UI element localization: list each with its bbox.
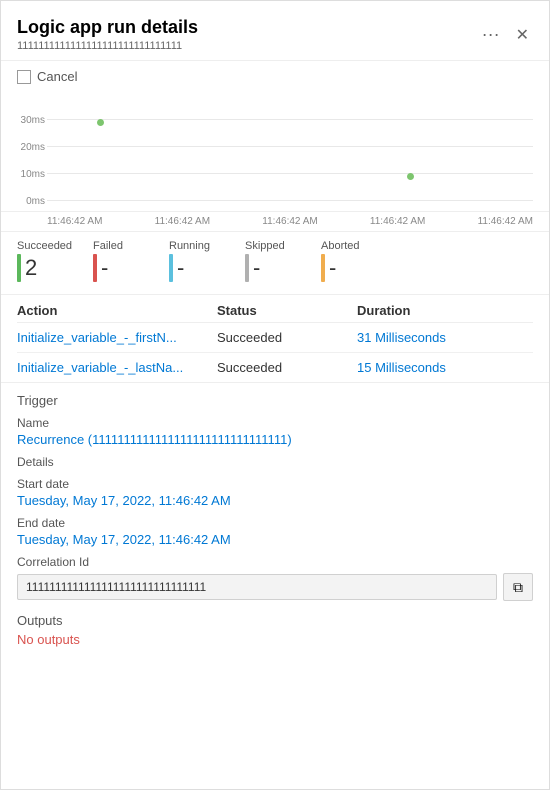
table-row[interactable]: Initialize_variable_-_firstN... Succeede… (17, 323, 533, 353)
close-button[interactable]: ✕ (512, 21, 533, 49)
chart-label-0ms: 0ms (17, 196, 45, 207)
chart-dot-1 (97, 119, 104, 126)
chart-inner: 30ms 20ms 10ms 0ms (17, 92, 533, 211)
stat-value-row-succeeded: 2 (17, 254, 37, 282)
stat-label-failed: Failed (93, 240, 123, 252)
trigger-section-label: Trigger (17, 393, 533, 408)
time-label-2: 11:46:42 AM (155, 216, 210, 227)
stat-value-row-running: - (169, 254, 184, 282)
table-row[interactable]: Initialize_variable_-_lastNa... Succeede… (17, 353, 533, 382)
row1-status: Succeeded (217, 330, 357, 345)
row2-duration: 15 Milliseconds (357, 360, 533, 375)
trigger-start-date-value: Tuesday, May 17, 2022, 11:46:42 AM (17, 493, 533, 508)
trigger-start-date-label: Start date (17, 477, 533, 491)
col-header-action: Action (17, 303, 217, 318)
stat-label-skipped: Skipped (245, 240, 285, 252)
chart-gridline-10ms (47, 173, 533, 174)
header-left: Logic app run details 111111111111111111… (17, 17, 198, 52)
trigger-end-date-label: End date (17, 516, 533, 530)
stat-value-row-skipped: - (245, 254, 260, 282)
more-options-icon[interactable]: ··· (482, 24, 500, 45)
stat-bar-running (169, 254, 173, 282)
stats-row: Succeeded 2 Failed - Running - Skipped (1, 232, 549, 295)
table-header: Action Status Duration (17, 295, 533, 323)
chart-gridline-30ms (47, 119, 533, 120)
chart-label-30ms: 30ms (17, 115, 45, 126)
cancel-section: Cancel (1, 61, 549, 92)
stat-aborted: Aborted - (321, 240, 381, 282)
time-axis: 11:46:42 AM 11:46:42 AM 11:46:42 AM 11:4… (1, 212, 549, 232)
chart-dot-2 (407, 173, 414, 180)
stat-value-row-aborted: - (321, 254, 336, 282)
no-outputs-label: No outputs (17, 632, 533, 647)
correlation-id-input[interactable] (17, 574, 497, 600)
stat-label-aborted: Aborted (321, 240, 360, 252)
chart-gridline-20ms (47, 146, 533, 147)
stat-bar-skipped (245, 254, 249, 282)
stat-label-succeeded: Succeeded (17, 240, 72, 252)
panel-subtitle: 1111111111111111111111111111111 (17, 40, 198, 52)
trigger-end-date-value: Tuesday, May 17, 2022, 11:46:42 AM (17, 532, 533, 547)
row1-duration: 31 Milliseconds (357, 330, 533, 345)
stat-number-failed: - (101, 255, 108, 281)
chart-label-10ms: 10ms (17, 169, 45, 180)
copy-icon: ⧉ (513, 579, 523, 596)
stat-number-running: - (177, 255, 184, 281)
stat-bar-succeeded (17, 254, 21, 282)
stat-running: Running - (169, 240, 229, 282)
stat-value-row-failed: - (93, 254, 108, 282)
stat-failed: Failed - (93, 240, 153, 282)
chart-gridline-0ms (47, 200, 533, 201)
stat-skipped: Skipped - (245, 240, 305, 282)
time-label-4: 11:46:42 AM (370, 216, 425, 227)
panel-header: Logic app run details 111111111111111111… (1, 1, 549, 61)
stat-bar-aborted (321, 254, 325, 282)
cancel-label: Cancel (37, 69, 77, 84)
trigger-section: Trigger Name Recurrence (111111111111111… (1, 383, 549, 657)
row2-status: Succeeded (217, 360, 357, 375)
trigger-details-label: Details (17, 455, 533, 469)
outputs-label: Outputs (17, 613, 533, 628)
stat-number-aborted: - (329, 255, 336, 281)
stat-bar-failed (93, 254, 97, 282)
actions-table: Action Status Duration Initialize_variab… (1, 295, 549, 383)
stat-succeeded: Succeeded 2 (17, 240, 77, 282)
time-label-1: 11:46:42 AM (47, 216, 102, 227)
stat-label-running: Running (169, 240, 210, 252)
chart-label-20ms: 20ms (17, 142, 45, 153)
row2-action: Initialize_variable_-_lastNa... (17, 360, 217, 375)
col-header-status: Status (217, 303, 357, 318)
trigger-name-label: Name (17, 416, 533, 430)
correlation-row: ⧉ (17, 573, 533, 601)
stat-number-succeeded: 2 (25, 255, 37, 281)
logic-app-run-details-panel: Logic app run details 111111111111111111… (0, 0, 550, 790)
row1-action: Initialize_variable_-_firstN... (17, 330, 217, 345)
panel-title: Logic app run details (17, 17, 198, 38)
trigger-name-value: Recurrence (1111111111111111111111111111… (17, 432, 533, 447)
copy-button[interactable]: ⧉ (503, 573, 533, 601)
time-label-5: 11:46:42 AM (478, 216, 533, 227)
correlation-id-label: Correlation Id (17, 555, 533, 569)
col-header-duration: Duration (357, 303, 533, 318)
header-right: ··· ✕ (482, 21, 533, 49)
time-label-3: 11:46:42 AM (262, 216, 317, 227)
stat-number-skipped: - (253, 255, 260, 281)
cancel-checkbox[interactable] (17, 70, 31, 84)
chart-area: 30ms 20ms 10ms 0ms (1, 92, 549, 212)
